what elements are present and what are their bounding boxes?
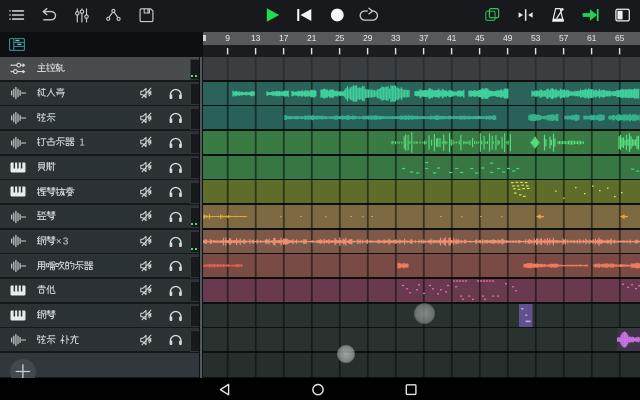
svg-text:1: 1 bbox=[79, 138, 85, 148]
svg-text:×: × bbox=[56, 236, 62, 246]
svg-text:3: 3 bbox=[63, 236, 69, 246]
